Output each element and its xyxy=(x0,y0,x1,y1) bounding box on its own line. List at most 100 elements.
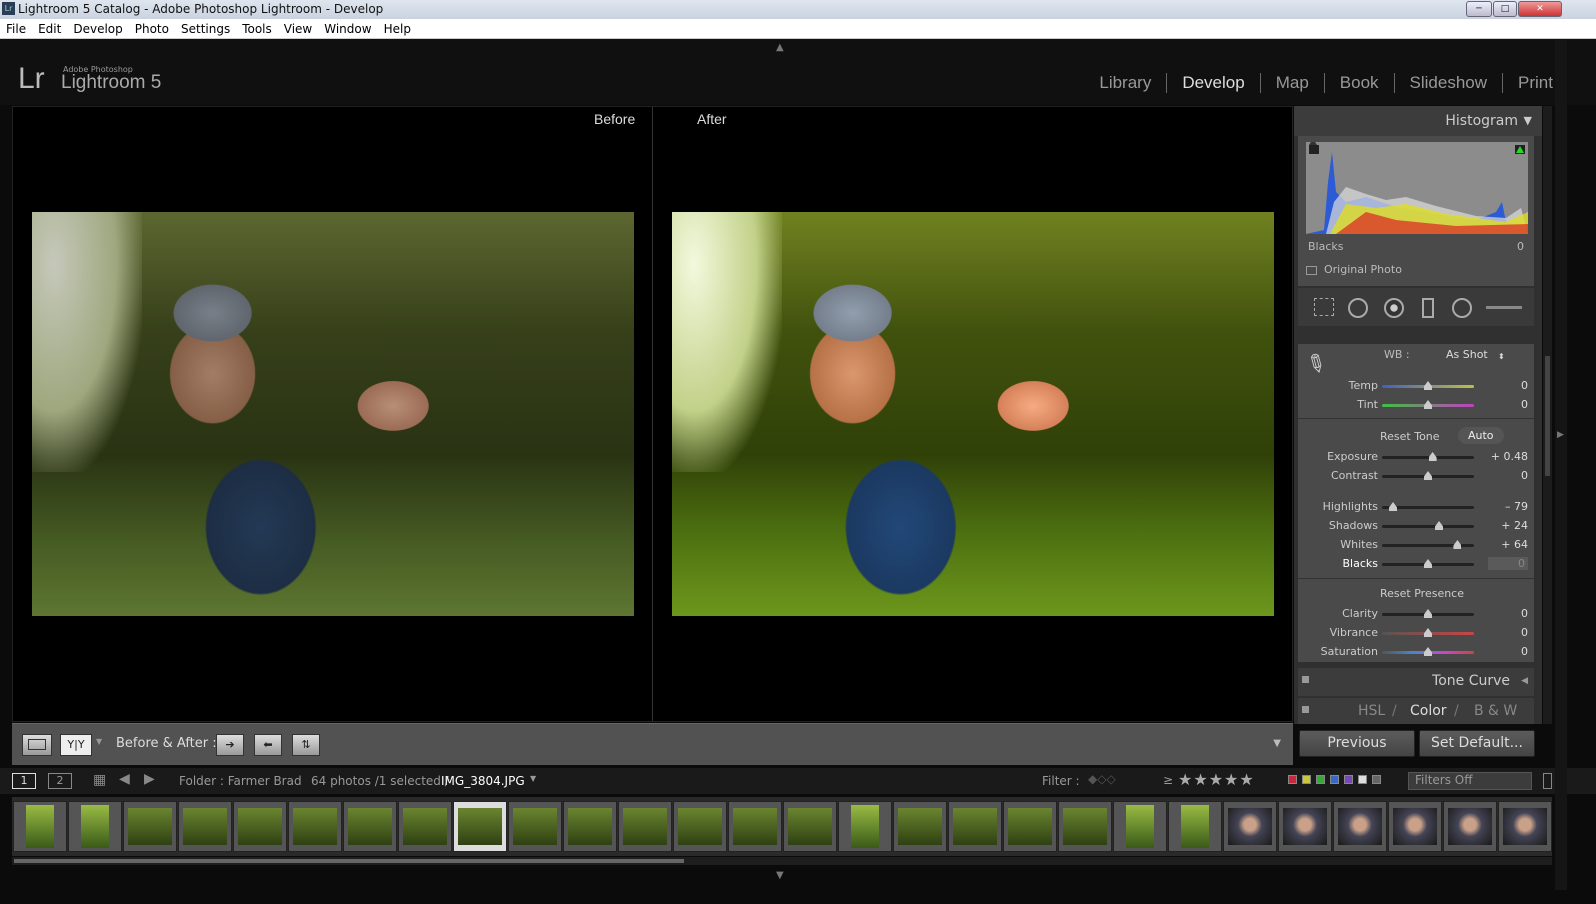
filmstrip-thumbnail[interactable] xyxy=(893,801,947,852)
collapse-bottom-icon[interactable]: ▼ xyxy=(776,870,784,881)
slider-highlights[interactable]: Highlights – 79 xyxy=(1298,498,1534,516)
module-library[interactable]: Library xyxy=(1084,73,1166,93)
menu-help[interactable]: Help xyxy=(378,22,417,36)
flag-filter-icons[interactable]: ◆◇◇ xyxy=(1088,772,1116,786)
slider-thumb[interactable] xyxy=(1424,471,1432,480)
folder-source[interactable]: Folder : Farmer Brad xyxy=(179,774,302,788)
dropdown-icon[interactable]: ▼ xyxy=(96,737,102,746)
slider-thumb[interactable] xyxy=(1424,628,1432,637)
slider-tint[interactable]: Tint 0 xyxy=(1298,396,1534,414)
graduated-filter-icon[interactable] xyxy=(1422,298,1434,318)
slider-thumb[interactable] xyxy=(1424,647,1432,656)
collapse-top-icon[interactable]: ▲ xyxy=(776,42,784,53)
toolbar-menu-icon[interactable]: ▼ xyxy=(1273,738,1281,749)
menu-file[interactable]: File xyxy=(0,22,32,36)
loupe-view-button[interactable] xyxy=(22,734,52,756)
slider-whites[interactable]: Whites + 64 xyxy=(1298,536,1534,554)
filmstrip-thumbnail[interactable] xyxy=(13,801,67,852)
star-filter[interactable]: ★★★★★ xyxy=(1178,770,1255,789)
radial-filter-icon[interactable] xyxy=(1452,298,1472,318)
previous-button[interactable]: Previous xyxy=(1299,730,1415,757)
filmstrip-thumbnail[interactable] xyxy=(1058,801,1112,852)
slider-temp[interactable]: Temp 0 xyxy=(1298,377,1534,395)
filmstrip-thumbnail[interactable] xyxy=(288,801,342,852)
crop-tool-icon[interactable] xyxy=(1314,298,1334,316)
rating-ge-icon[interactable]: ≥ xyxy=(1163,773,1173,787)
slider-shadows[interactable]: Shadows + 24 xyxy=(1298,517,1534,535)
color-label-swatch[interactable] xyxy=(1372,775,1381,784)
adjustment-brush-icon[interactable] xyxy=(1486,306,1522,309)
filmstrip-thumbnail[interactable] xyxy=(1333,801,1387,852)
grid-icon[interactable]: ▦ xyxy=(93,772,106,788)
filmstrip-thumbnail[interactable] xyxy=(1003,801,1057,852)
reset-tone-button[interactable]: Reset Tone xyxy=(1380,430,1440,443)
original-photo-checkbox[interactable] xyxy=(1306,266,1317,275)
forward-arrow-icon[interactable]: ▶ xyxy=(144,771,155,787)
filmstrip-thumbnail[interactable] xyxy=(1443,801,1497,852)
histogram-header[interactable]: Histogram ▼ xyxy=(1294,106,1542,136)
set-default-button[interactable]: Set Default... xyxy=(1419,730,1535,757)
before-after-mode-button[interactable]: Y|Y xyxy=(60,734,92,756)
filmstrip-thumbnail[interactable] xyxy=(508,801,562,852)
auto-tone-button[interactable]: Auto xyxy=(1458,427,1504,444)
copy-after-to-before-button[interactable]: ⬅ xyxy=(254,734,282,756)
module-develop[interactable]: Develop xyxy=(1166,73,1259,93)
filmstrip-thumbnail[interactable] xyxy=(453,801,507,852)
main-window-button[interactable]: 1 xyxy=(12,773,36,789)
menu-window[interactable]: Window xyxy=(318,22,377,36)
minimize-button[interactable]: ─ xyxy=(1466,1,1492,17)
panel-switch-icon[interactable] xyxy=(1302,676,1309,683)
filmstrip-thumbnail[interactable] xyxy=(68,801,122,852)
expand-right-icon[interactable]: ▶ xyxy=(1557,430,1564,440)
panel-switch-icon[interactable] xyxy=(1302,706,1309,713)
menu-photo[interactable]: Photo xyxy=(129,22,175,36)
spot-removal-icon[interactable] xyxy=(1348,298,1368,318)
slider-clarity[interactable]: Clarity 0 xyxy=(1298,605,1534,623)
filter-lock-icon[interactable] xyxy=(1543,773,1552,789)
color-label-swatch[interactable] xyxy=(1288,775,1297,784)
filmstrip-thumbnail[interactable] xyxy=(1223,801,1277,852)
slider-thumb[interactable] xyxy=(1424,400,1432,409)
menu-settings[interactable]: Settings xyxy=(175,22,236,36)
menu-edit[interactable]: Edit xyxy=(32,22,67,36)
maximize-button[interactable]: □ xyxy=(1493,1,1517,17)
filmstrip-thumbnail[interactable] xyxy=(1388,801,1442,852)
filmstrip-scrollbar[interactable] xyxy=(12,857,1552,865)
slider-contrast[interactable]: Contrast 0 xyxy=(1298,467,1534,485)
color-label-swatch[interactable] xyxy=(1330,775,1339,784)
slider-thumb[interactable] xyxy=(1389,502,1398,511)
slider-vibrance[interactable]: Vibrance 0 xyxy=(1298,624,1534,642)
selected-file[interactable]: IMG_3804.JPG xyxy=(441,774,525,788)
swap-before-after-button[interactable]: ⇅ xyxy=(292,734,320,756)
slider-saturation[interactable]: Saturation 0 xyxy=(1298,643,1534,661)
filmstrip-thumbnail[interactable] xyxy=(1168,801,1222,852)
panel-scrollbar[interactable] xyxy=(1543,106,1552,724)
tab-bw[interactable]: B & W xyxy=(1474,703,1517,719)
filmstrip-thumbnail[interactable] xyxy=(563,801,617,852)
tone-curve-header[interactable]: Tone Curve ◀ xyxy=(1298,668,1534,696)
slider-thumb[interactable] xyxy=(1453,540,1462,549)
hsl-header[interactable]: HSL / Color / B & W xyxy=(1298,698,1534,724)
slider-thumb[interactable] xyxy=(1424,559,1432,568)
red-eye-icon[interactable] xyxy=(1384,298,1404,318)
slider-thumb[interactable] xyxy=(1424,609,1432,618)
filmstrip-thumbnail[interactable] xyxy=(343,801,397,852)
menu-view[interactable]: View xyxy=(278,22,318,36)
color-label-swatch[interactable] xyxy=(1344,775,1353,784)
secondary-window-button[interactable]: 2 xyxy=(48,773,72,789)
filmstrip-thumbnail[interactable] xyxy=(618,801,672,852)
tab-hsl[interactable]: HSL xyxy=(1358,703,1385,719)
filmstrip-thumbnail[interactable] xyxy=(728,801,782,852)
module-book[interactable]: Book xyxy=(1323,73,1394,93)
tab-color[interactable]: Color xyxy=(1410,703,1447,719)
wb-select[interactable]: As Shot xyxy=(1446,348,1488,361)
slider-thumb[interactable] xyxy=(1424,381,1432,390)
histogram-graph[interactable] xyxy=(1306,142,1528,234)
slider-thumb[interactable] xyxy=(1428,452,1437,461)
menu-develop[interactable]: Develop xyxy=(67,22,128,36)
filmstrip-thumbnail[interactable] xyxy=(178,801,232,852)
filmstrip-thumbnail[interactable] xyxy=(783,801,837,852)
back-arrow-icon[interactable]: ◀ xyxy=(119,771,130,787)
module-map[interactable]: Map xyxy=(1259,73,1324,93)
slider-blacks[interactable]: Blacks 0 xyxy=(1298,555,1534,573)
